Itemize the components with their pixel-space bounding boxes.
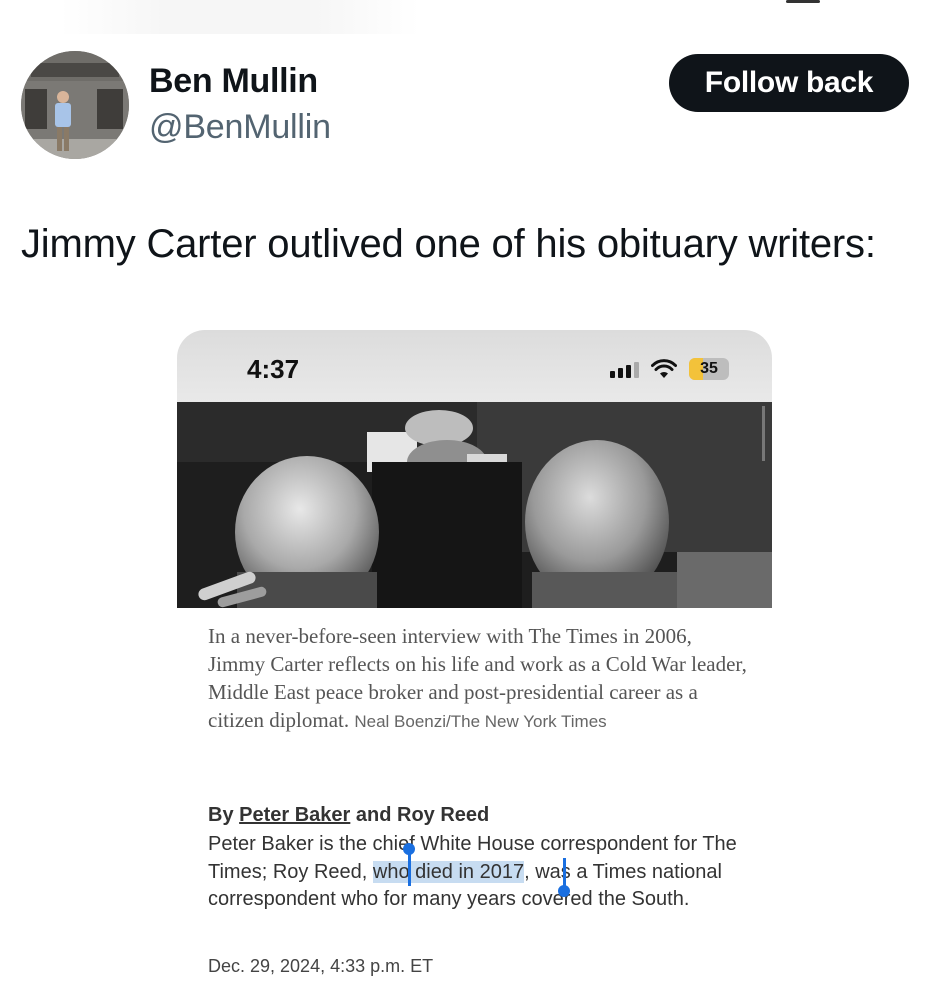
wifi-icon [651,359,677,378]
selection-start-cursor [408,853,411,886]
follow-back-button[interactable]: Follow back [669,54,909,112]
byline-and: and Roy Reed [355,804,490,826]
selected-text-highlight[interactable]: who died in 2017 [372,860,525,883]
byline-prefix: By [208,804,234,826]
selection-end-handle[interactable] [558,885,570,897]
author-link-peter-baker[interactable]: Peter Baker [239,804,350,826]
status-time: 4:37 [247,354,300,384]
author-handle[interactable]: @BenMullin [149,108,331,147]
battery-level: 35 [700,360,718,377]
selection-end-cursor [563,858,566,888]
byline: By Peter Baker and Roy Reed [208,804,489,827]
article-photo [177,402,772,608]
top-indicator [786,0,820,3]
caption-credit: Neal Boenzi/The New York Times [354,712,607,731]
author-name[interactable]: Ben Mullin [149,62,318,101]
cellular-signal-icon [610,362,639,378]
avatar[interactable] [21,51,129,159]
avatar-photo [21,51,129,159]
tweet-text: Jimmy Carter outlived one of his obituar… [21,222,876,266]
top-fade [60,0,420,34]
embedded-screenshot[interactable]: 4:37 35 In a never-before-seen interview… [177,330,772,1000]
photo-caption: In a never-before-seen interview with Th… [208,622,748,736]
article-date: Dec. 29, 2024, 4:33 p.m. ET [208,956,434,976]
author-bio[interactable]: Peter Baker is the chief White House cor… [208,831,748,914]
status-bar: 4:37 35 [177,330,772,402]
battery-icon: 35 [689,358,729,380]
